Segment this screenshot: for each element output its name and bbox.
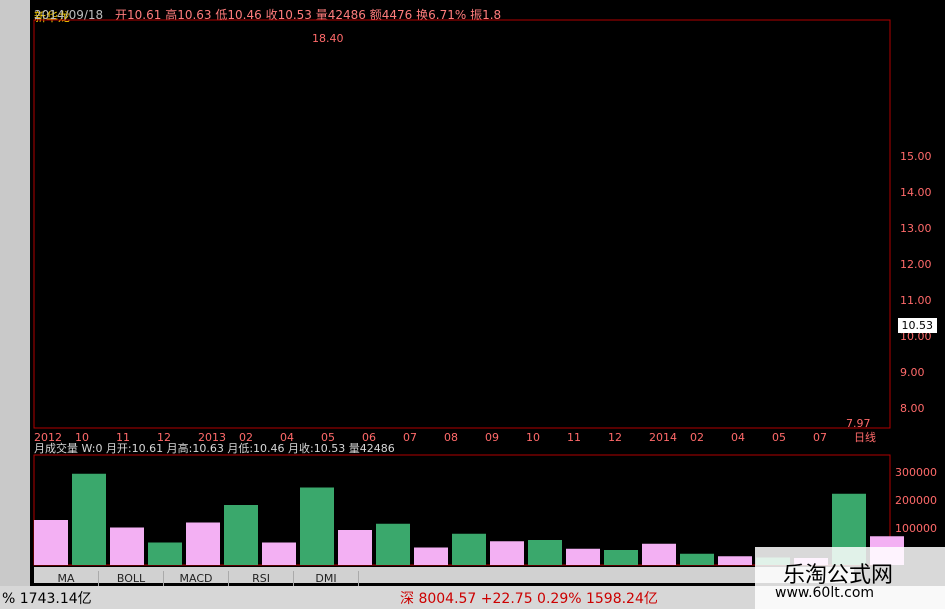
volume-title: 月成交量 [34, 442, 78, 455]
x-tick: 05 [772, 431, 786, 444]
x-tick: 12 [608, 431, 622, 444]
volume-bar [34, 520, 68, 565]
x-tick: 04 [731, 431, 745, 444]
y-tick: 9.00 [900, 366, 925, 379]
volume-bar [604, 550, 638, 565]
x-tick: 09 [485, 431, 499, 444]
mhigh: 月高:10.63 [166, 442, 224, 455]
volume-bar [490, 541, 524, 565]
volume-bar [148, 542, 182, 565]
y-tick: 15.00 [900, 150, 932, 163]
x-tick: 11 [567, 431, 581, 444]
candlestick-chart[interactable]: 15.0014.0013.0012.0011.0010.009.008.0020… [0, 0, 945, 609]
w: W:0 [81, 442, 103, 455]
y-tick: 11.00 [900, 294, 932, 307]
mopen: 月开:10.61 [105, 442, 164, 455]
tab-ma[interactable]: MA [34, 571, 99, 587]
y-tick: 8.00 [900, 402, 925, 415]
volume-bar [72, 473, 106, 565]
stock-window: 新华龙 2014/09/18 开10.61 高10.63 低10.46 收10.… [0, 0, 945, 609]
volume-bar [452, 533, 486, 565]
volume-y-tick: 200000 [895, 494, 937, 507]
chart-top-label: 18.40 [312, 32, 344, 45]
volume-y-tick: 100000 [895, 522, 937, 535]
x-tick: 07 [813, 431, 827, 444]
volume-bar [110, 527, 144, 565]
x-tick: 日线 [854, 430, 876, 444]
watermark: 乐淘公式网 www.60lt.com [755, 547, 945, 609]
y-tick: 14.00 [900, 186, 932, 199]
current-price-badge: 10.53 [897, 318, 937, 333]
x-tick: 02 [690, 431, 704, 444]
y-tick: 13.00 [900, 222, 932, 235]
chart-low-label: 7.97 [846, 417, 871, 430]
status-right: 深 8004.57 +22.75 0.29% 1598.24亿 [400, 591, 658, 607]
x-tick: 2014 [649, 431, 677, 444]
volume-bar [528, 540, 562, 565]
volume-header: 月成交量 W:0 月开:10.61 月高:10.63 月低:10.46 月收:1… [34, 440, 395, 456]
volume-bar [680, 553, 714, 565]
mvol: 量42486 [348, 442, 395, 455]
volume-y-tick: 300000 [895, 466, 937, 479]
mlow: 月低:10.46 [227, 442, 285, 455]
volume-bar [186, 522, 220, 565]
y-tick: 12.00 [900, 258, 932, 271]
volume-bar [414, 547, 448, 565]
volume-bar [642, 543, 676, 565]
volume-bar [300, 487, 334, 565]
volume-bar [566, 548, 600, 565]
volume-bar [338, 530, 372, 565]
x-tick: 07 [403, 431, 417, 444]
watermark-url: www.60lt.com [775, 585, 875, 601]
tab-macd[interactable]: MACD [164, 571, 229, 587]
tab-boll[interactable]: BOLL [99, 571, 164, 587]
price-frame [33, 19, 891, 429]
indicator-tabs: MA BOLL MACD RSI DMI [34, 567, 854, 587]
volume-bar [224, 505, 258, 565]
volume-bar [262, 542, 296, 565]
x-tick: 08 [444, 431, 458, 444]
mclose: 月收:10.53 [288, 442, 346, 455]
tab-rsi[interactable]: RSI [229, 571, 294, 587]
volume-bar [718, 556, 752, 565]
volume-bar [376, 523, 410, 565]
tab-dmi[interactable]: DMI [294, 571, 359, 587]
status-left: % 1743.14亿 [2, 591, 92, 607]
x-tick: 10 [526, 431, 540, 444]
